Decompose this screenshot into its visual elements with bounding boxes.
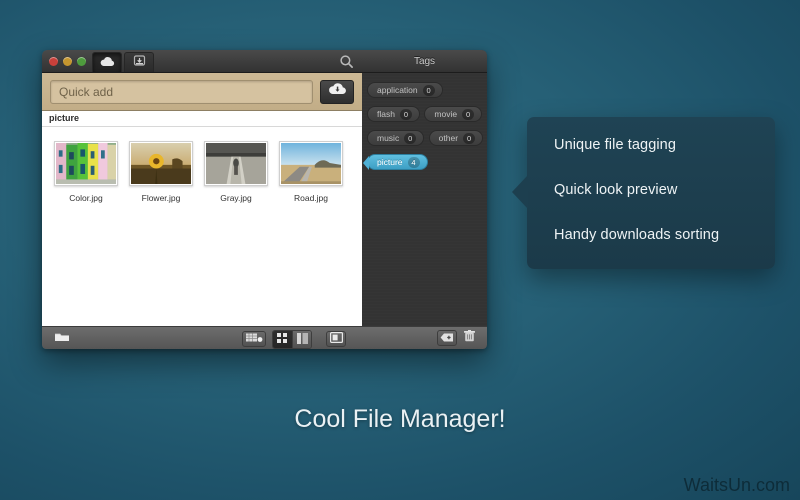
grid-view-button[interactable]	[273, 331, 292, 348]
tag-label: picture	[377, 157, 403, 167]
callout-line: Quick look preview	[554, 182, 678, 198]
quick-add-button[interactable]	[320, 79, 354, 104]
tags-panel: Tags application 0 flash 0 movie 0 music…	[362, 50, 487, 349]
search-icon[interactable]	[339, 54, 354, 69]
tag-item-picture[interactable]: picture 4	[363, 154, 428, 170]
list-view-button[interactable]	[292, 331, 311, 348]
window-bottom-toolbar	[42, 326, 362, 349]
tag-item-music[interactable]: music 0	[367, 130, 425, 146]
tag-count: 0	[462, 108, 475, 120]
tag-count: 0	[422, 84, 435, 96]
tag-label: application	[377, 85, 418, 95]
file-thumbnail	[279, 141, 343, 186]
minimize-button[interactable]	[63, 57, 72, 66]
tags-bottom-toolbar	[362, 326, 487, 349]
window-controls	[49, 57, 86, 66]
cloud-download-icon	[328, 82, 347, 101]
file-name: Color.jpg	[69, 193, 103, 203]
tag-item-application[interactable]: application 0	[367, 82, 443, 98]
tag-count: 4	[407, 156, 420, 168]
tag-label: music	[377, 133, 400, 143]
file-thumbnail	[129, 141, 193, 186]
file-item[interactable]: Road.jpg	[279, 141, 343, 203]
tag-item-other[interactable]: other 0	[428, 130, 484, 146]
file-thumbnail	[54, 141, 118, 186]
tag-label: movie	[434, 109, 458, 119]
thumbnail-grid: Color.jpg Flower.jpg Gray.jpg Road.jpg	[42, 127, 362, 203]
trash-icon	[463, 329, 475, 347]
cloud-up-icon	[100, 54, 115, 72]
folder-icon	[54, 330, 70, 348]
window-tabs	[92, 52, 154, 72]
tag-count: 0	[463, 132, 476, 144]
add-tag-button[interactable]	[437, 330, 457, 346]
file-group-header: picture	[42, 111, 362, 127]
tag-count: 0	[404, 132, 417, 144]
callout-line: Handy downloads sorting	[554, 227, 720, 243]
quick-add-input[interactable]: Quick add	[50, 79, 313, 104]
file-list: picture Color.jpg Flower.jpg Gray.jpg Ro…	[42, 111, 362, 326]
download-tray-icon	[133, 54, 146, 72]
zoom-button[interactable]	[77, 57, 86, 66]
callout-line: Unique file tagging	[554, 137, 677, 153]
view-mode-segmented-control	[272, 330, 312, 349]
tag-label: other	[438, 133, 459, 143]
close-button[interactable]	[49, 57, 58, 66]
page-title: Cool File Manager!	[294, 405, 506, 433]
file-name: Road.jpg	[293, 193, 329, 203]
tags-list: application 0 flash 0 movie 0 music 0 ot…	[362, 73, 487, 326]
feature-callout: Unique file tagging Quick look preview H…	[512, 117, 775, 269]
sidebar-toggle-button[interactable]	[326, 331, 346, 347]
quick-add-bar: Quick add	[42, 73, 362, 111]
folder-button[interactable]	[52, 331, 72, 346]
tag-count: 0	[399, 108, 412, 120]
new-list-item-icon	[245, 330, 263, 348]
file-item[interactable]: Gray.jpg	[204, 141, 268, 203]
tags-panel-title: Tags	[362, 50, 487, 73]
tag-label: flash	[377, 109, 395, 119]
panel-toggle-icon	[329, 330, 343, 348]
tag-item-flash[interactable]: flash 0	[367, 106, 420, 122]
file-item[interactable]: Color.jpg	[54, 141, 118, 203]
uploads-tab[interactable]	[92, 52, 122, 72]
new-item-button[interactable]	[242, 331, 266, 347]
delete-tag-button[interactable]	[461, 330, 477, 346]
file-name: Gray.jpg	[220, 193, 252, 203]
downloads-tab[interactable]	[124, 52, 154, 72]
window-titlebar	[42, 50, 362, 73]
tag-item-movie[interactable]: movie 0	[424, 106, 483, 122]
grid-view-icon	[277, 331, 288, 348]
list-view-icon	[296, 331, 308, 348]
file-thumbnail	[204, 141, 268, 186]
add-tag-icon	[440, 329, 454, 347]
desktop-background: Quick add picture Color.jpg Flower.jpg G…	[0, 0, 800, 500]
app-window: Quick add picture Color.jpg Flower.jpg G…	[42, 50, 487, 349]
watermark: WaitsUn.com	[683, 475, 790, 495]
file-name: Flower.jpg	[141, 193, 181, 203]
file-item[interactable]: Flower.jpg	[129, 141, 193, 203]
